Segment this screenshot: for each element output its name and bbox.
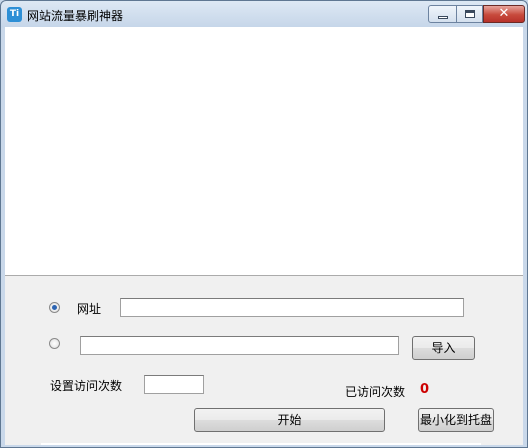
import-button[interactable]: 导入 <box>412 336 475 360</box>
start-button[interactable]: 开始 <box>194 408 385 432</box>
url-radio[interactable] <box>49 302 60 313</box>
window-title: 网站流量暴刷神器 <box>27 9 124 23</box>
radio-selected-dot <box>52 305 57 310</box>
maximize-button[interactable] <box>457 5 483 23</box>
file-path-input[interactable] <box>80 336 399 355</box>
log-textarea[interactable] <box>5 27 523 276</box>
client-area: 网址 导入 设置访问次数 已访问次数 0 开始 最小化到托盘 <box>5 27 523 445</box>
maximize-icon <box>465 10 475 18</box>
url-label: 网址 <box>77 302 102 316</box>
url-input[interactable] <box>120 298 464 317</box>
title-bar[interactable]: Ti 网站流量暴刷神器 ✕ <box>1 1 527 27</box>
app-window: Ti 网站流量暴刷神器 ✕ 网址 导入 设置访问次数 已访问次数 0 开始 最小… <box>0 0 528 448</box>
visited-label: 已访问次数 <box>345 385 406 399</box>
bottom-strip <box>41 443 481 445</box>
minimize-icon <box>438 16 448 19</box>
minimize-to-tray-button[interactable]: 最小化到托盘 <box>418 408 494 432</box>
visits-label: 设置访问次数 <box>50 379 123 393</box>
close-button[interactable]: ✕ <box>483 5 525 23</box>
visits-input[interactable] <box>144 375 204 394</box>
minimize-button[interactable] <box>428 5 457 23</box>
app-icon: Ti <box>7 7 22 22</box>
file-radio[interactable] <box>49 338 60 349</box>
close-icon: ✕ <box>498 6 510 21</box>
visited-count: 0 <box>420 382 430 397</box>
